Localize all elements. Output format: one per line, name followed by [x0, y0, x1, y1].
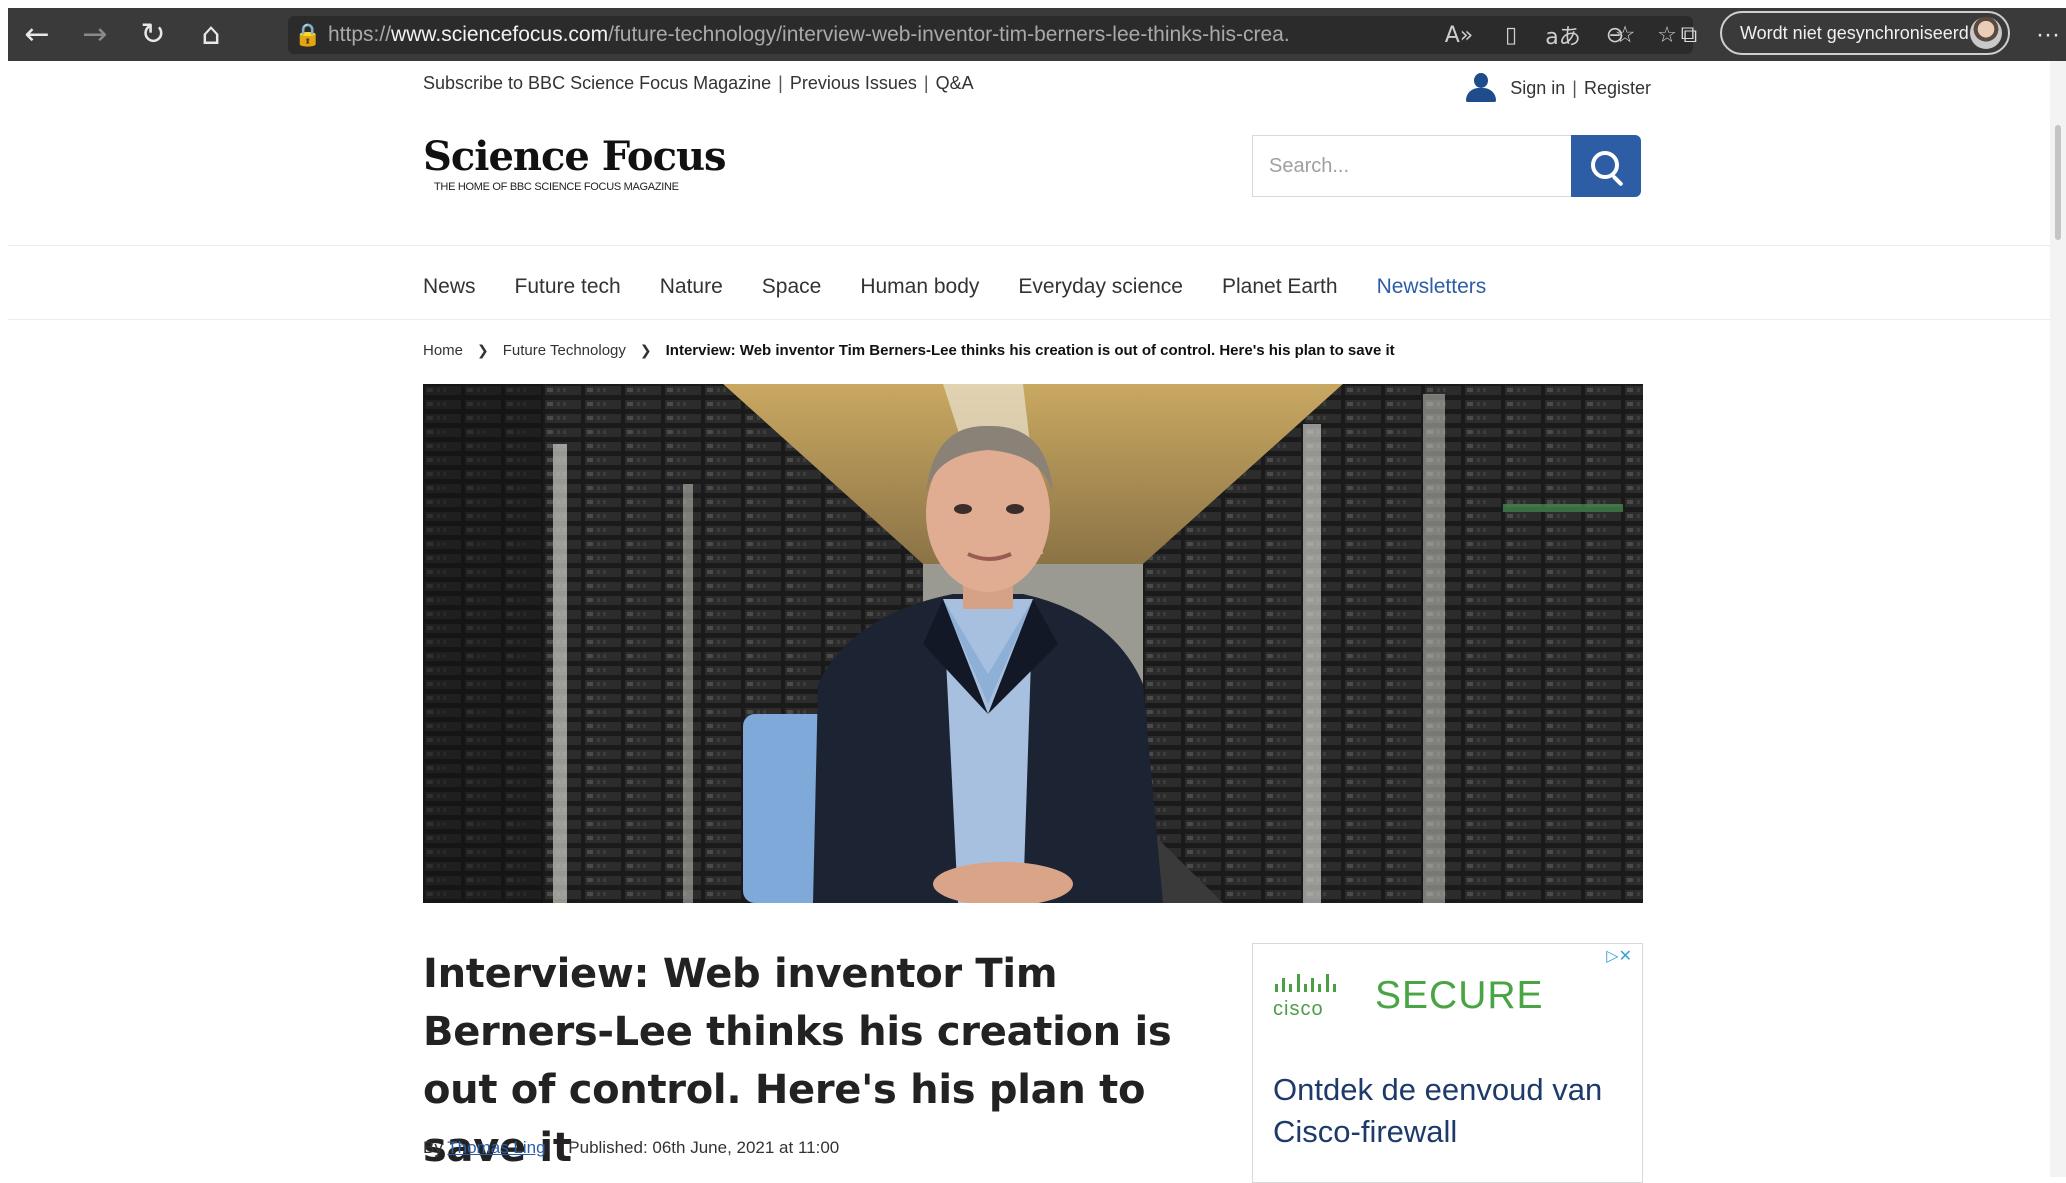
- url-text[interactable]: https://www.sciencefocus.com/future-tech…: [328, 23, 1288, 47]
- breadcrumb-home[interactable]: Home: [423, 342, 463, 359]
- author-link[interactable]: Thomas Ling: [447, 1138, 545, 1157]
- published-date: Published: 06th June, 2021 at 11:00: [568, 1138, 840, 1157]
- search-button[interactable]: [1571, 135, 1641, 197]
- toolbar-right: ☆ ⧉: [1593, 8, 1721, 61]
- advertisement[interactable]: ▷✕ cisco SECURE Ontdek de eenvoud van Ci…: [1252, 943, 1643, 1183]
- breadcrumb-current: Interview: Web inventor Tim Berners-Lee …: [665, 342, 1395, 359]
- cisco-bars-icon: [1275, 974, 1336, 992]
- divider: [8, 319, 2058, 320]
- refresh-icon[interactable]: ↻: [124, 8, 182, 61]
- account-links: Sign in | Register: [1464, 73, 1651, 103]
- cisco-logo: cisco: [1273, 972, 1363, 1024]
- ad-choices-icon[interactable]: ▷✕: [1606, 946, 1632, 965]
- translate-icon[interactable]: aあ: [1537, 19, 1589, 51]
- cisco-wordmark: cisco: [1273, 998, 1324, 1020]
- nav-news[interactable]: News: [423, 275, 476, 305]
- nav-planet-earth[interactable]: Planet Earth: [1222, 275, 1338, 305]
- page-scrollbar[interactable]: [2050, 61, 2066, 1177]
- read-aloud-icon[interactable]: A»: [1433, 23, 1485, 48]
- hero-image: [423, 384, 1643, 903]
- top-utility-bar: Subscribe to BBC Science Focus Magazine |…: [423, 73, 1651, 103]
- separator: |: [923, 73, 929, 93]
- lock-icon[interactable]: 🔒: [288, 23, 328, 48]
- article-byline: By Thomas Ling Published: 06th June, 202…: [423, 1138, 839, 1158]
- scrollbar-thumb[interactable]: [2055, 125, 2061, 240]
- browser-toolbar: ← → ↻ ⌂ 🔒 https://www.sciencefocus.com/f…: [8, 8, 2066, 61]
- site-logo[interactable]: Science Focus THE HOME OF BBC SCIENCE FO…: [423, 133, 727, 205]
- nav-everyday-science[interactable]: Everyday science: [1018, 275, 1183, 305]
- separator: |: [778, 73, 783, 93]
- profile-sync-button[interactable]: Wordt niet gesynchroniseerd: [1720, 11, 2010, 55]
- nav-nature[interactable]: Nature: [660, 275, 723, 305]
- nav-human-body[interactable]: Human body: [860, 275, 979, 305]
- nav-future-tech[interactable]: Future tech: [515, 275, 621, 305]
- breadcrumb: Home ❯ Future Technology ❯ Interview: We…: [423, 342, 1395, 359]
- chevron-right-icon: ❯: [639, 342, 652, 359]
- byline-prefix: By: [423, 1138, 443, 1157]
- sync-status-text: Wordt niet gesynchroniseerd: [1740, 22, 1969, 43]
- main-navigation: News Future tech Nature Space Human body…: [423, 275, 1525, 305]
- previous-issues-link[interactable]: Previous Issues: [790, 73, 917, 93]
- favorites-icon[interactable]: ☆: [1593, 22, 1657, 48]
- url-host: www.sciencefocus.com: [391, 23, 609, 46]
- ad-body-text: Ontdek de eenvoud van Cisco-firewall: [1273, 1072, 1603, 1149]
- divider: [8, 245, 2058, 246]
- address-bar[interactable]: 🔒 https://www.sciencefocus.com/future-te…: [288, 16, 1693, 54]
- nav-space[interactable]: Space: [762, 275, 822, 305]
- avatar: [1970, 17, 2002, 49]
- home-icon[interactable]: ⌂: [182, 8, 240, 61]
- nav-newsletters[interactable]: Newsletters: [1377, 275, 1487, 305]
- immersive-reader-icon[interactable]: ▯: [1485, 23, 1537, 48]
- url-prefix: https://: [328, 23, 392, 46]
- collections-icon[interactable]: ⧉: [1657, 22, 1721, 48]
- subscribe-link[interactable]: Subscribe to BBC Science Focus Magazine: [423, 73, 771, 93]
- breadcrumb-section[interactable]: Future Technology: [503, 342, 626, 359]
- forward-icon[interactable]: →: [66, 8, 124, 61]
- search-form: [1252, 135, 1643, 197]
- user-icon: [1464, 73, 1498, 103]
- more-icon[interactable]: ···: [2030, 8, 2066, 61]
- hero-illustration: [423, 384, 1643, 903]
- back-icon[interactable]: ←: [8, 8, 66, 61]
- search-input[interactable]: [1252, 135, 1571, 197]
- web-page: Subscribe to BBC Science Focus Magazine |…: [8, 61, 2058, 1183]
- logo-tagline: THE HOME OF BBC SCIENCE FOCUS MAGAZINE: [434, 181, 679, 193]
- separator: |: [1572, 77, 1577, 98]
- logo-wordmark: Science Focus: [423, 133, 727, 180]
- register-link[interactable]: Register: [1584, 78, 1651, 99]
- url-path: /future-technology/interview-web-invento…: [608, 23, 1288, 46]
- qa-link[interactable]: Q&A: [936, 73, 974, 93]
- sign-in-link[interactable]: Sign in: [1510, 78, 1565, 99]
- chevron-right-icon: ❯: [477, 342, 489, 359]
- ad-headline: SECURE: [1375, 974, 1544, 1017]
